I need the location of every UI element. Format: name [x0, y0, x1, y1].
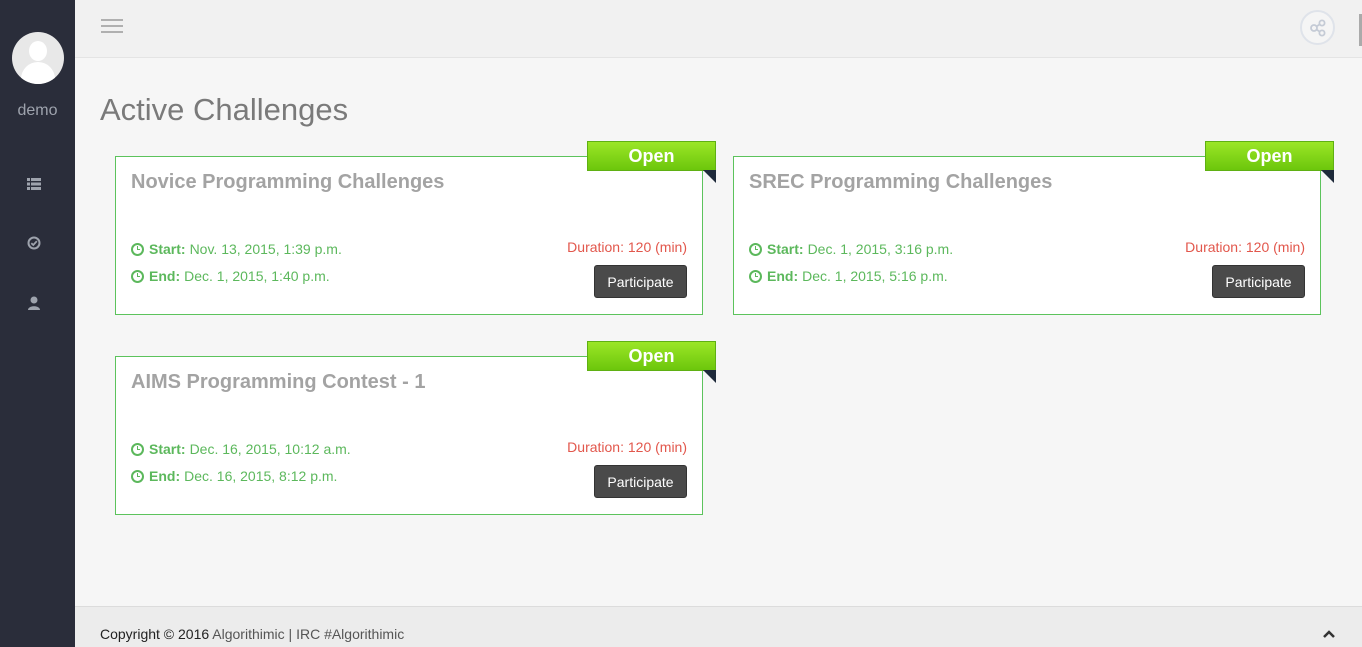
clock-icon — [131, 269, 144, 283]
brand-link[interactable]: Algorithimic — [212, 626, 284, 642]
participate-button[interactable]: Participate — [594, 265, 687, 298]
share-button[interactable] — [1300, 10, 1335, 45]
top-bar — [75, 0, 1362, 58]
chevron-up-icon[interactable] — [1322, 627, 1336, 641]
footer-text: Copyright © 2016 Algorithimic | IRC #Alg… — [100, 626, 404, 642]
clock-icon — [749, 242, 762, 256]
duration: Duration: 120 (min) — [567, 439, 687, 455]
user-icon[interactable] — [26, 295, 42, 311]
list-icon[interactable] — [26, 176, 42, 192]
username: demo — [17, 102, 58, 119]
end-row: End: Dec. 1, 2015, 1:40 p.m. — [131, 268, 330, 284]
ribbon-fold — [703, 370, 716, 383]
start-label: Start: — [149, 441, 186, 457]
end-label: End: — [149, 468, 181, 484]
end-time: Dec. 1, 2015, 5:16 p.m. — [802, 268, 948, 284]
check-circle-icon[interactable] — [26, 235, 42, 251]
irc-link[interactable]: IRC #Algorithimic — [296, 626, 404, 642]
start-time: Dec. 16, 2015, 10:12 a.m. — [189, 441, 351, 457]
end-label: End: — [767, 268, 799, 284]
end-label: End: — [149, 268, 181, 284]
status-badge: Open — [587, 141, 716, 171]
challenge-title[interactable]: AIMS Programming Contest - 1 — [131, 371, 425, 394]
start-row: Start: Dec. 16, 2015, 10:12 a.m. — [131, 441, 351, 457]
clock-icon — [131, 469, 144, 483]
challenge-card: SREC Programming Challenges Start: Dec. … — [733, 156, 1321, 315]
participate-button[interactable]: Participate — [1212, 265, 1305, 298]
challenge-card: AIMS Programming Contest - 1 Start: Dec.… — [115, 356, 703, 515]
copyright: Copyright © 2016 — [100, 626, 210, 642]
participate-button[interactable]: Participate — [594, 465, 687, 498]
clock-icon — [131, 442, 144, 456]
challenge-title[interactable]: SREC Programming Challenges — [749, 171, 1052, 194]
footer-separator: | — [288, 626, 293, 642]
avatar-head — [29, 41, 47, 61]
avatar[interactable] — [12, 32, 64, 84]
hamburger-icon[interactable] — [101, 19, 123, 35]
start-label: Start: — [767, 241, 804, 257]
start-row: Start: Dec. 1, 2015, 3:16 p.m. — [749, 241, 953, 257]
ribbon-fold — [703, 170, 716, 183]
start-time: Nov. 13, 2015, 1:39 p.m. — [189, 241, 342, 257]
footer: Copyright © 2016 Algorithimic | IRC #Alg… — [75, 606, 1362, 647]
duration: Duration: 120 (min) — [1185, 239, 1305, 255]
share-icon — [1309, 19, 1325, 36]
clock-icon — [131, 242, 144, 256]
ribbon-fold — [1321, 170, 1334, 183]
end-time: Dec. 16, 2015, 8:12 p.m. — [184, 468, 338, 484]
start-label: Start: — [149, 241, 186, 257]
status-badge: Open — [1205, 141, 1334, 171]
start-row: Start: Nov. 13, 2015, 1:39 p.m. — [131, 241, 342, 257]
page-title: Active Challenges — [100, 92, 349, 127]
sidebar: demo — [0, 0, 75, 647]
start-time: Dec. 1, 2015, 3:16 p.m. — [807, 241, 954, 257]
end-time: Dec. 1, 2015, 1:40 p.m. — [184, 268, 330, 284]
end-row: End: Dec. 16, 2015, 8:12 p.m. — [131, 468, 337, 484]
end-row: End: Dec. 1, 2015, 5:16 p.m. — [749, 268, 948, 284]
duration: Duration: 120 (min) — [567, 239, 687, 255]
avatar-body — [21, 62, 55, 84]
clock-icon — [749, 269, 762, 283]
status-badge: Open — [587, 341, 716, 371]
challenge-title[interactable]: Novice Programming Challenges — [131, 171, 444, 194]
challenge-card: Novice Programming Challenges Start: Nov… — [115, 156, 703, 315]
